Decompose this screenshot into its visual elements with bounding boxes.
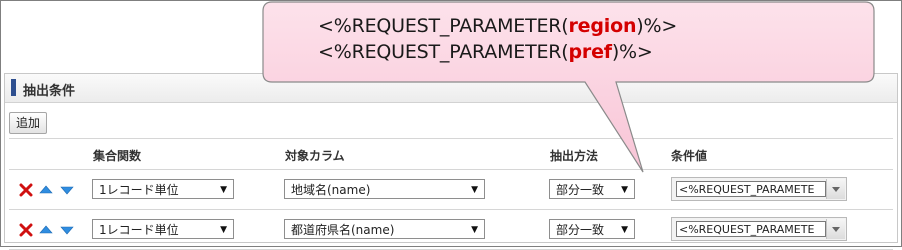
condition-value-combo[interactable]: <%REQUEST_PARAMETE bbox=[671, 177, 847, 201]
aggregate-select[interactable]: 1レコード単位 ▼ bbox=[92, 179, 234, 199]
condition-value-combo[interactable]: <%REQUEST_PARAMETE bbox=[671, 217, 847, 241]
move-up-icon[interactable] bbox=[39, 223, 53, 237]
method-select-value: 部分一致 bbox=[556, 183, 605, 197]
delete-x-icon[interactable] bbox=[19, 223, 33, 237]
aggregate-select-value: 1レコード単位 bbox=[99, 183, 179, 197]
combo-dropdown-button[interactable] bbox=[826, 179, 845, 199]
column-select-value: 都道府県名(name) bbox=[291, 223, 395, 237]
condition-table: 集合関数 対象カラム 抽出方法 条件値 1レコード単位 ▼ 地域名(name) … bbox=[9, 138, 893, 250]
condition-value-input[interactable]: <%REQUEST_PARAMETE bbox=[676, 181, 826, 197]
move-down-icon[interactable] bbox=[60, 223, 74, 237]
header-value: 条件値 bbox=[671, 149, 708, 163]
method-select-value: 部分一致 bbox=[556, 223, 605, 237]
filter-condition-panel: 抽出条件 追加 集合関数 対象カラム 抽出方法 条件値 1レコード単位 ▼ 地域… bbox=[4, 73, 898, 250]
move-up-icon[interactable] bbox=[39, 183, 53, 197]
aggregate-select-value: 1レコード単位 bbox=[99, 223, 179, 237]
triangle-down-icon: ▼ bbox=[471, 185, 478, 195]
add-button[interactable]: 追加 bbox=[9, 112, 48, 134]
column-select[interactable]: 都道府県名(name) ▼ bbox=[284, 219, 485, 239]
move-down-icon[interactable] bbox=[60, 183, 74, 197]
triangle-down-icon: ▼ bbox=[621, 185, 628, 195]
column-select[interactable]: 地域名(name) ▼ bbox=[284, 179, 485, 199]
header-column: 対象カラム bbox=[285, 149, 345, 163]
triangle-down-icon: ▼ bbox=[621, 225, 628, 235]
table-row: 1レコード単位 ▼ 都道府県名(name) ▼ 部分一致 ▼ <%REQUEST… bbox=[9, 210, 893, 250]
column-select-value: 地域名(name) bbox=[291, 183, 371, 197]
panel-header: 抽出条件 bbox=[5, 74, 897, 103]
triangle-down-icon: ▼ bbox=[471, 225, 478, 235]
method-select[interactable]: 部分一致 ▼ bbox=[549, 219, 635, 239]
delete-x-icon[interactable] bbox=[19, 183, 33, 197]
table-header-row: 集合関数 対象カラム 抽出方法 条件値 bbox=[9, 138, 893, 170]
header-accent-bar bbox=[11, 79, 16, 96]
method-select[interactable]: 部分一致 ▼ bbox=[549, 179, 635, 199]
aggregate-select[interactable]: 1レコード単位 ▼ bbox=[92, 219, 234, 239]
table-row: 1レコード単位 ▼ 地域名(name) ▼ 部分一致 ▼ <%REQUEST_P… bbox=[9, 170, 893, 210]
header-aggregate: 集合関数 bbox=[93, 149, 142, 163]
condition-value-input[interactable]: <%REQUEST_PARAMETE bbox=[676, 221, 826, 237]
combo-dropdown-button[interactable] bbox=[826, 219, 845, 239]
triangle-down-icon: ▼ bbox=[220, 185, 227, 195]
triangle-down-icon: ▼ bbox=[220, 225, 227, 235]
panel-title: 抽出条件 bbox=[23, 84, 76, 99]
header-method: 抽出方法 bbox=[550, 149, 599, 163]
